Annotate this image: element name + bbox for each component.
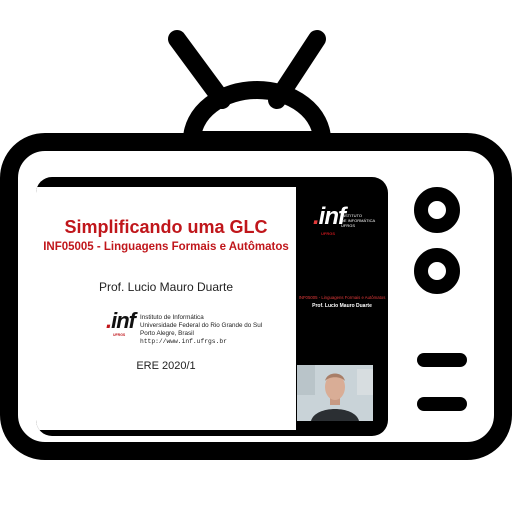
antenna-base bbox=[183, 81, 331, 149]
presentation-slide: Simplificando uma GLC INF05005 - Linguag… bbox=[36, 187, 296, 430]
inf-logo: .inf UFRGS bbox=[106, 308, 136, 337]
sidebar-institute: INSTITUTO DE INFORMÁTICA UFRGS bbox=[341, 213, 375, 228]
tv-screen: Simplificando uma GLC INF05005 - Linguag… bbox=[36, 177, 388, 436]
webcam-feed bbox=[297, 365, 373, 421]
sidebar-institute-line: UFRGS bbox=[341, 223, 355, 228]
sidebar-course: INF05005 - Linguagens Formais e Autômato… bbox=[298, 295, 386, 300]
logo-sub: UFRGS bbox=[113, 333, 126, 337]
institution-line: Instituto de Informática bbox=[140, 314, 204, 321]
presenter-image bbox=[297, 365, 373, 421]
slide-semester: ERE 2020/1 bbox=[136, 360, 196, 372]
slide-author: Prof. Lucio Mauro Duarte bbox=[98, 280, 234, 294]
slide-title: Simplificando uma GLC bbox=[64, 217, 268, 237]
institution-line: Porto Alegre, Brasil bbox=[140, 330, 194, 337]
institution-url: http://www.inf.ufrgs.br bbox=[140, 338, 227, 345]
institution-line: Universidade Federal do Rio Grande do Su… bbox=[140, 322, 263, 329]
sidebar-author: Prof. Lucio Mauro Duarte bbox=[312, 303, 372, 309]
institution-block: Instituto de Informática Universidade Fe… bbox=[140, 314, 262, 346]
slide-subtitle: INF05005 - Linguagens Formais e Autômato… bbox=[43, 241, 289, 253]
sidebar-logo-sub: UFRGS bbox=[321, 231, 335, 236]
